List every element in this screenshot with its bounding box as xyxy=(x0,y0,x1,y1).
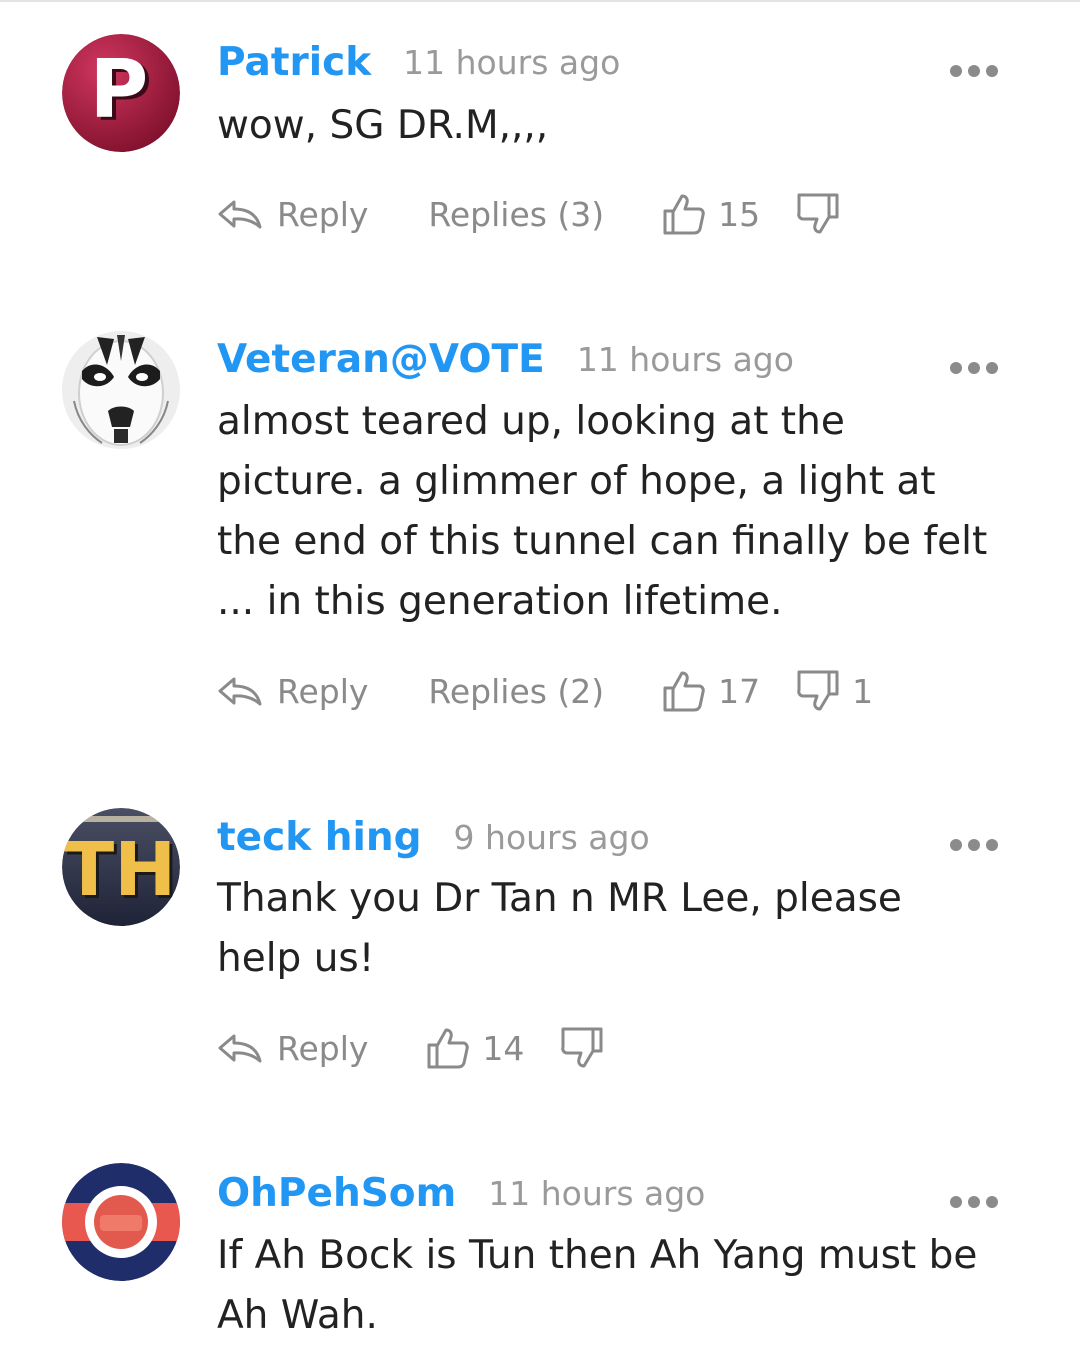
comment-text-line: wow, SG DR.M,,,, xyxy=(217,103,549,148)
comment-text-line: picture. a glimmer of hope, a light at xyxy=(217,459,936,504)
comment-text: Thank you Dr Tan n MR Lee, please help u… xyxy=(217,869,1017,989)
dislike-button[interactable]: 1 xyxy=(796,669,873,713)
comment-text: wow, SG DR.M,,,, xyxy=(217,96,1017,156)
comment-text-line: If Ah Bock is Tun then Ah Yang must be xyxy=(217,1233,978,1278)
comment-text: almost teared up, looking at the picture… xyxy=(217,392,1017,632)
avatar-letter: P xyxy=(90,43,149,136)
comment-text-line: almost teared up, looking at the xyxy=(217,399,845,444)
comment-time: 11 hours ago xyxy=(403,42,621,82)
opera-mask-icon xyxy=(62,331,180,449)
avatar-th-image: TH TH xyxy=(62,808,180,926)
comment-text-line: the end of this tunnel can finally be fe… xyxy=(217,519,988,564)
like-count: 14 xyxy=(482,1028,525,1068)
dislike-button[interactable] xyxy=(796,192,852,236)
reply-button[interactable]: Reply xyxy=(217,1029,368,1068)
reply-button[interactable]: Reply xyxy=(217,195,368,234)
comment-text-line: help us! xyxy=(217,936,375,981)
reply-label: Reply xyxy=(277,671,369,711)
comment-author[interactable]: Patrick xyxy=(217,40,371,85)
like-count: 17 xyxy=(718,671,761,711)
more-dots-icon[interactable] xyxy=(950,65,998,77)
thumbs-down-icon xyxy=(797,193,839,234)
avatar[interactable] xyxy=(62,1163,180,1281)
avatar[interactable]: P P xyxy=(62,34,180,152)
like-button[interactable]: 14 xyxy=(426,1026,524,1070)
replies-button[interactable]: Replies (3) xyxy=(428,195,604,234)
comment-text-line: Thank you Dr Tan n MR Lee, please xyxy=(217,876,902,921)
dislike-button[interactable] xyxy=(560,1026,616,1070)
reply-label: Reply xyxy=(277,1028,369,1068)
reply-arrow-icon xyxy=(218,1034,262,1063)
top-divider xyxy=(0,0,1080,2)
like-button[interactable]: 15 xyxy=(662,192,760,236)
like-count: 15 xyxy=(718,194,761,234)
thumbs-down-icon xyxy=(561,1027,603,1068)
comment-author[interactable]: teck hing xyxy=(217,815,422,860)
like-button[interactable]: 17 xyxy=(662,669,760,713)
replies-button[interactable]: Replies (2) xyxy=(428,672,604,711)
reply-arrow-icon xyxy=(218,200,262,229)
thumbs-up-icon xyxy=(427,1028,470,1069)
avatar-p-image: P P xyxy=(62,34,180,152)
more-dots-icon[interactable] xyxy=(950,1196,998,1208)
avatar[interactable] xyxy=(62,331,180,449)
comment-text-line: Ah Wah. xyxy=(217,1293,378,1338)
thumbs-up-icon xyxy=(663,671,705,712)
comment-time: 9 hours ago xyxy=(453,817,650,857)
comment-text-line: ... in this generation lifetime. xyxy=(217,579,783,624)
dislike-count: 1 xyxy=(852,671,874,711)
target-icon xyxy=(62,1163,180,1281)
reply-button[interactable]: Reply xyxy=(217,672,368,711)
comment-text: If Ah Bock is Tun then Ah Yang must be A… xyxy=(217,1226,1017,1346)
avatar[interactable]: TH TH xyxy=(62,808,180,926)
avatar-letter: TH xyxy=(64,827,176,913)
comment-time: 11 hours ago xyxy=(488,1173,706,1213)
thumbs-down-icon xyxy=(797,670,839,711)
more-dots-icon[interactable] xyxy=(950,839,998,851)
more-dots-icon[interactable] xyxy=(950,362,998,374)
comment-author[interactable]: OhPehSom xyxy=(217,1171,456,1216)
comment-time: 11 hours ago xyxy=(576,339,794,379)
reply-arrow-icon xyxy=(218,677,262,706)
comment-author[interactable]: Veteran@VOTE xyxy=(217,337,545,382)
reply-label: Reply xyxy=(277,194,369,234)
thumbs-up-icon xyxy=(663,194,705,235)
